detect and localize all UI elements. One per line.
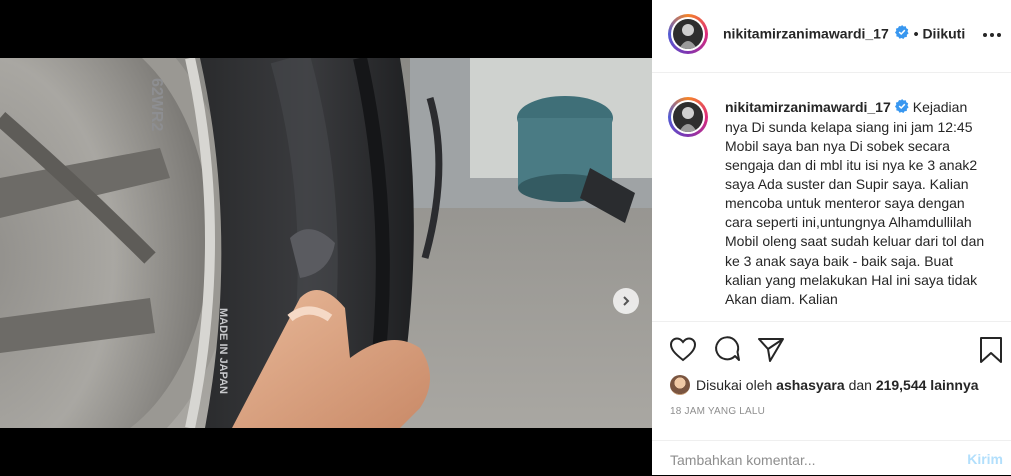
instagram-post-modal: 62WR2 MADE IN JAPAN nikitamirzanimawardi…: [0, 0, 1011, 475]
more-options-icon[interactable]: [979, 22, 1005, 48]
post-comment-button[interactable]: Kirim: [967, 451, 1003, 467]
post-side-panel: nikitamirzanimawardi_17 • Diikuti nikita…: [652, 0, 1011, 475]
comments-section[interactable]: nikitamirzanimawardi_17 Kejadian nya Di s…: [652, 73, 1011, 321]
likes-count[interactable]: 219,544 lainnya: [876, 377, 979, 393]
share-icon[interactable]: [757, 336, 785, 362]
caption-text: Kejadian nya Di sunda kelapa siang ini j…: [725, 99, 985, 307]
likes-summary: Disukai oleh ashasyara dan 219,544 lainn…: [670, 373, 979, 397]
follow-status[interactable]: • Diikuti: [914, 26, 966, 42]
author-username[interactable]: nikitamirzanimawardi_17: [723, 26, 889, 42]
comment-input[interactable]: [668, 449, 952, 471]
tire-text-origin: MADE IN JAPAN: [217, 308, 229, 394]
author-avatar[interactable]: [668, 14, 708, 54]
caption-username[interactable]: nikitamirzanimawardi_17: [725, 99, 891, 115]
bookmark-icon[interactable]: [978, 336, 1004, 364]
comment-composer: Kirim: [652, 440, 1011, 476]
verified-icon: [895, 25, 909, 44]
next-media-button[interactable]: [613, 288, 639, 314]
liker-avatar[interactable]: [670, 375, 690, 395]
post-header: nikitamirzanimawardi_17 • Diikuti: [652, 0, 1011, 73]
verified-icon: [894, 98, 909, 118]
caption-author-avatar[interactable]: [668, 97, 708, 137]
chevron-right-icon: [623, 296, 630, 306]
heart-icon[interactable]: [669, 336, 697, 362]
post-timestamp[interactable]: 18 JAM YANG LALU: [670, 406, 765, 417]
likes-prefix: Disukai oleh: [696, 377, 773, 393]
post-media[interactable]: 62WR2 MADE IN JAPAN: [0, 58, 652, 428]
tire-text-size: 62WR2: [148, 78, 165, 131]
post-photo: 62WR2 MADE IN JAPAN: [0, 58, 652, 428]
liker-username[interactable]: ashasyara: [776, 377, 845, 393]
comment-icon[interactable]: [713, 336, 741, 362]
likes-middle: dan: [848, 377, 872, 393]
post-caption: nikitamirzanimawardi_17 Kejadian nya Di s…: [725, 98, 985, 309]
